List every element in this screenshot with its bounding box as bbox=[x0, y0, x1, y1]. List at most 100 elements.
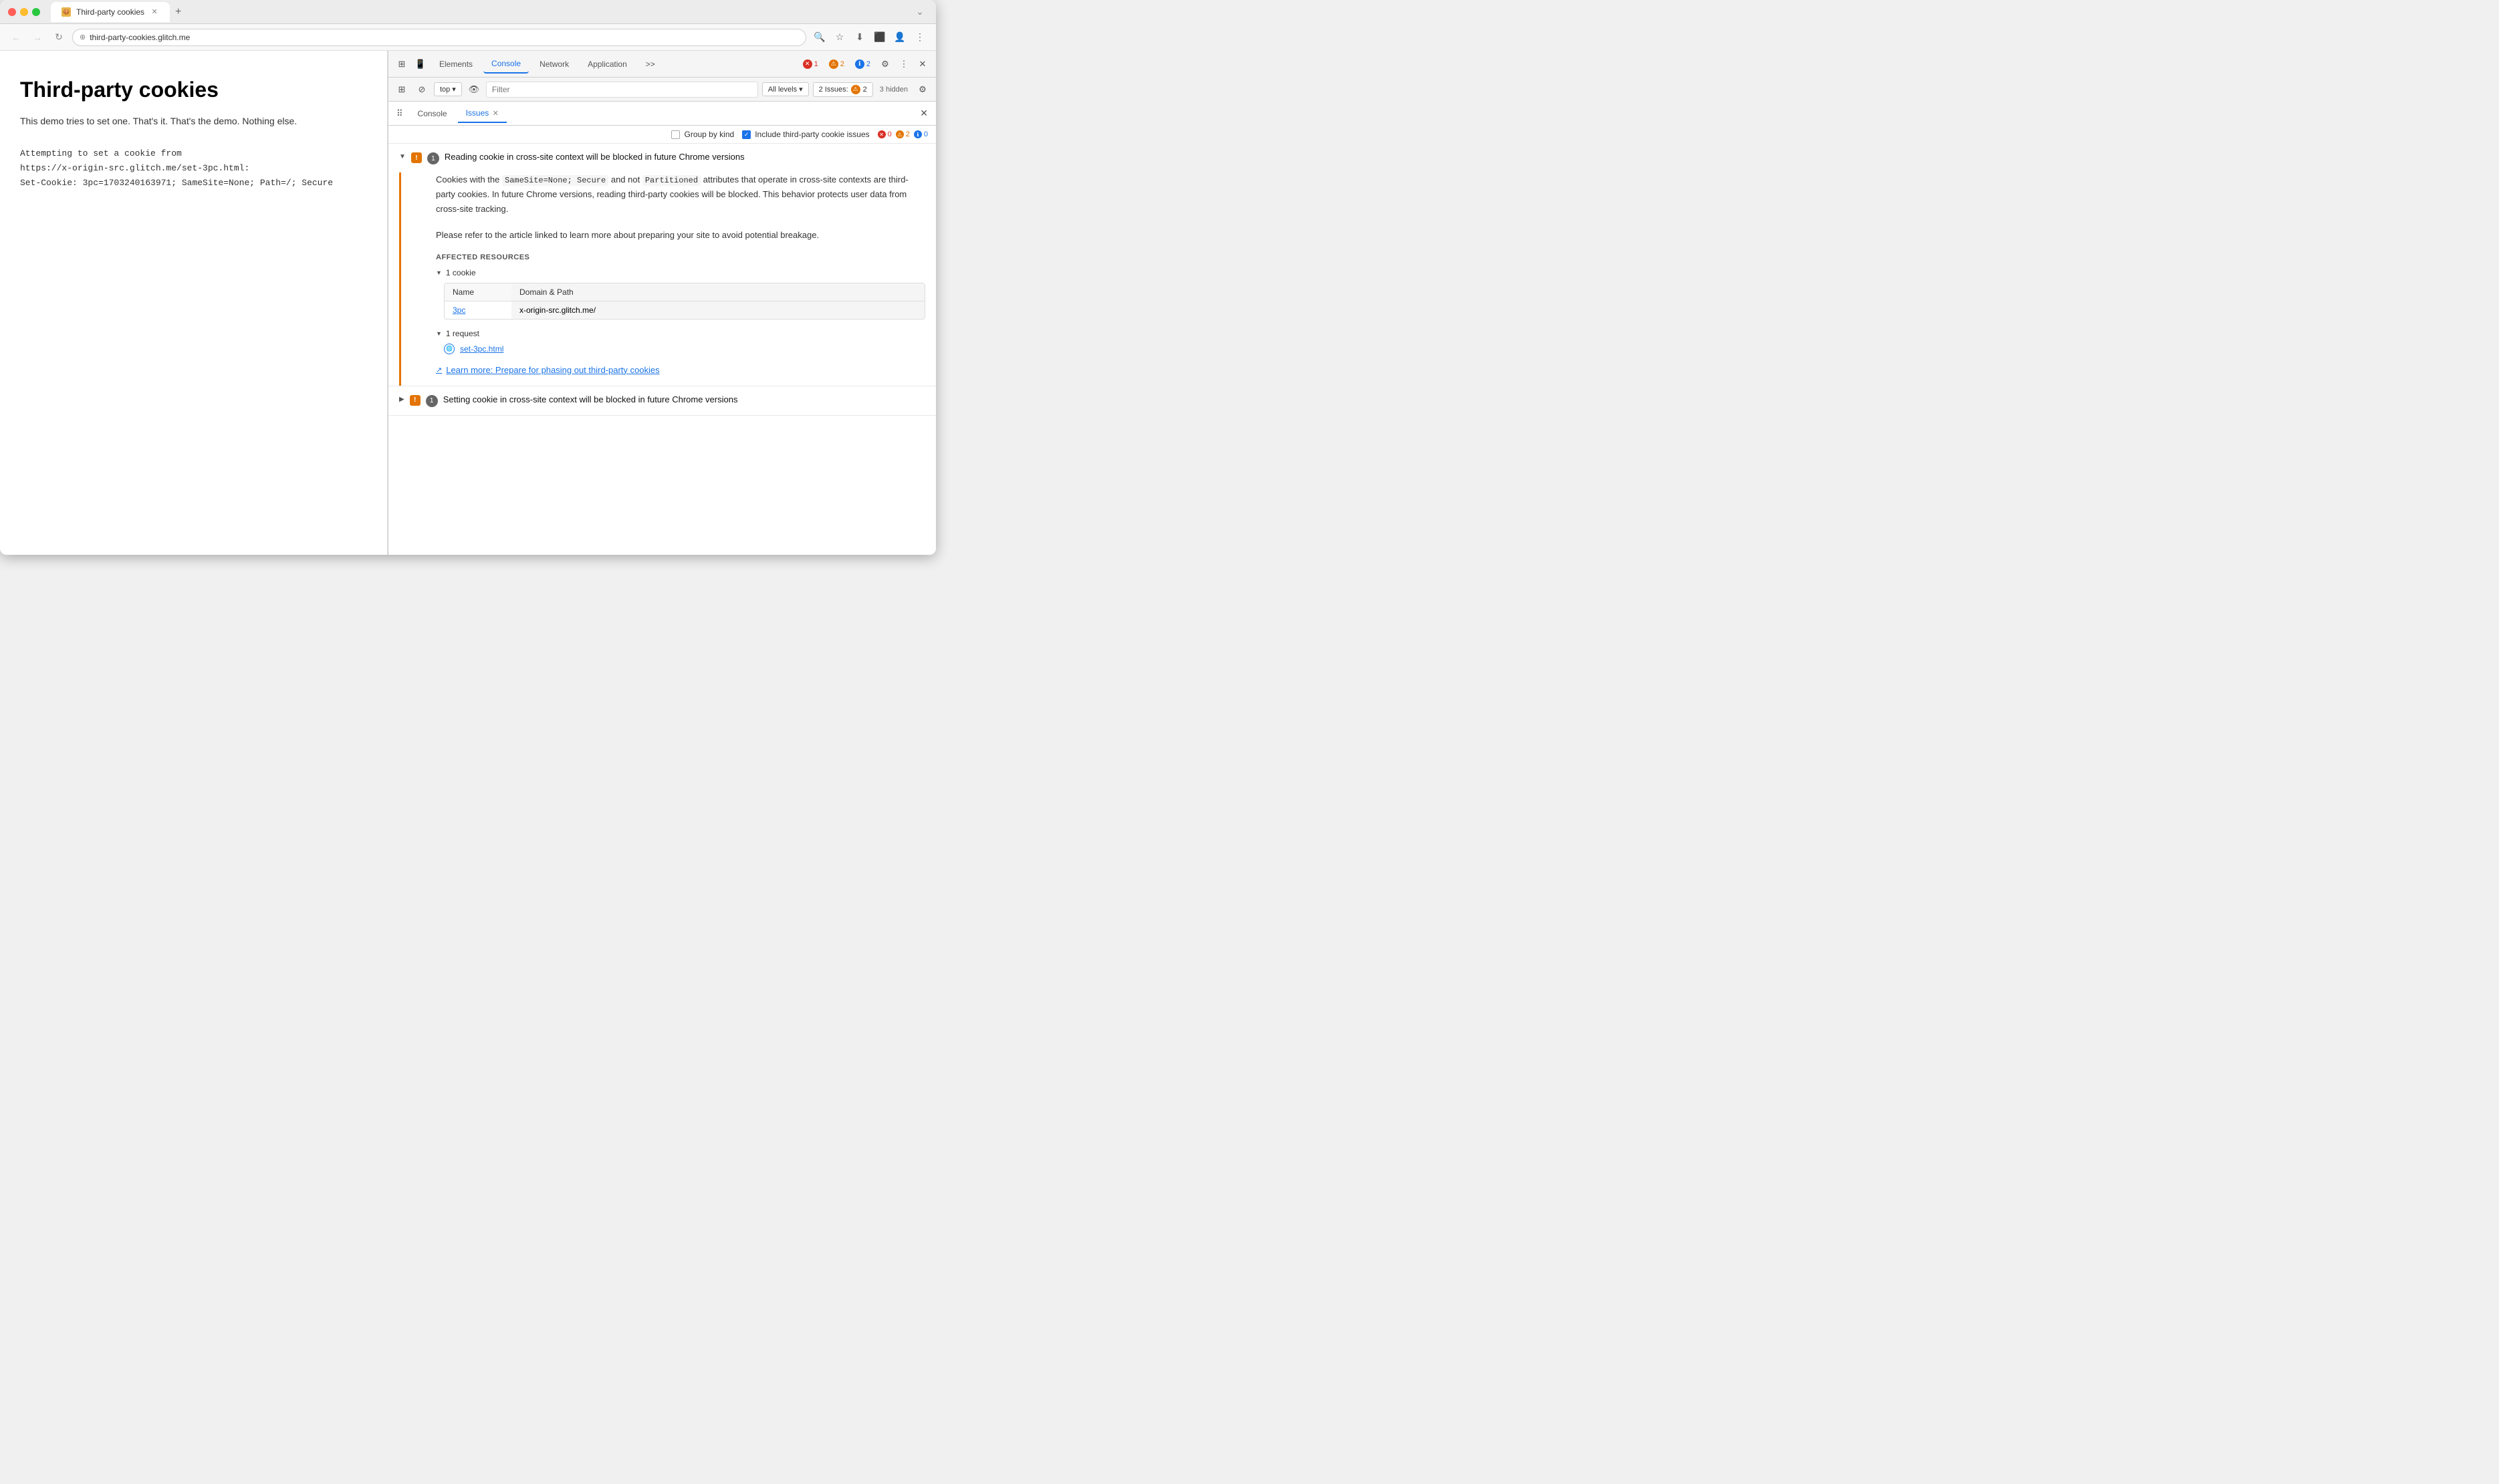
tab-title: Third-party cookies bbox=[76, 7, 144, 17]
issues-tab-close-icon[interactable]: ✕ bbox=[493, 110, 499, 118]
sidebar-toggle-icon[interactable]: ⊞ bbox=[394, 82, 410, 98]
minimize-window-button[interactable] bbox=[20, 8, 28, 16]
code-samesite: SameSite=None; Secure bbox=[502, 175, 608, 186]
cookie-header: Set-Cookie: 3pc=1703240163971; SameSite=… bbox=[20, 176, 367, 191]
info-badge[interactable]: ℹ 2 bbox=[851, 58, 874, 70]
tab-more[interactable]: >> bbox=[638, 55, 663, 73]
cookie-resource-toggle[interactable]: ▼ 1 cookie bbox=[436, 268, 925, 277]
globe-icon: 🌐 bbox=[444, 344, 455, 354]
warn-icon: ⚠ bbox=[896, 130, 904, 138]
devtools-more-icon[interactable]: ⋮ bbox=[896, 56, 912, 72]
cookie-url: https://x-origin-src.glitch.me/set-3pc.h… bbox=[20, 161, 367, 176]
error-icon: ✕ bbox=[878, 130, 886, 138]
request-section-arrow-icon: ▼ bbox=[436, 330, 442, 337]
learn-more-text: Learn more: Prepare for phasing out thir… bbox=[446, 365, 659, 375]
extensions-icon[interactable]: ⬛ bbox=[872, 29, 888, 45]
devtools-close-icon[interactable]: ✕ bbox=[915, 56, 931, 72]
cookie-table-row: 3pc x-origin-src.glitch.me/ bbox=[445, 301, 925, 319]
issues-content: ▼ ! 1 Reading cookie in cross-site conte… bbox=[388, 144, 936, 555]
toolbar-actions: 🔍 ☆ ⬇ ⬛ 👤 ⋮ bbox=[812, 29, 928, 45]
tab-close-button[interactable]: ✕ bbox=[150, 7, 159, 17]
expand-button[interactable]: ⌄ bbox=[912, 4, 928, 20]
back-button[interactable]: ← bbox=[8, 29, 24, 45]
clear-console-icon[interactable]: ⊘ bbox=[414, 82, 430, 98]
profile-icon[interactable]: 👤 bbox=[892, 29, 908, 45]
page-title: Third-party cookies bbox=[20, 78, 367, 102]
cookie-domain-cell: x-origin-src.glitch.me/ bbox=[511, 301, 925, 319]
console-settings-icon[interactable]: ⚙ bbox=[915, 82, 931, 98]
console-filter-input[interactable] bbox=[486, 82, 758, 98]
download-icon[interactable]: ⬇ bbox=[852, 29, 868, 45]
forward-button[interactable]: → bbox=[29, 29, 45, 45]
issue-2-count-badge: 1 bbox=[426, 395, 438, 407]
issue-1-count-badge: 1 bbox=[427, 152, 439, 164]
tab-elements[interactable]: Elements bbox=[431, 55, 481, 73]
browser-window: 🍪 Third-party cookies ✕ + ⌄ ← → ↻ ⊕ thir… bbox=[0, 0, 936, 555]
issues-label: 2 Issues: bbox=[819, 86, 848, 94]
issue-1-content: Cookies with the SameSite=None; Secure a… bbox=[399, 172, 936, 386]
group-by-kind-checkbox[interactable]: Group by kind bbox=[671, 130, 734, 139]
devtools-settings-icon[interactable]: ⚙ bbox=[877, 56, 893, 72]
context-value: top bbox=[440, 86, 450, 94]
close-window-button[interactable] bbox=[8, 8, 16, 16]
issues-panel-menu-icon[interactable]: ⠿ bbox=[396, 108, 403, 119]
include-third-party-checkbox[interactable]: ✓ Include third-party cookie issues bbox=[742, 130, 869, 139]
devtools-dock-icon[interactable]: ⊞ bbox=[394, 56, 410, 72]
request-name-link[interactable]: set-3pc.html bbox=[460, 344, 503, 354]
issues-warn-badge: ⚠ 2 bbox=[896, 130, 910, 138]
info-count: 2 bbox=[866, 60, 870, 68]
cookie-name-link[interactable]: 3pc bbox=[453, 305, 465, 315]
maximize-window-button[interactable] bbox=[32, 8, 40, 16]
page-description: This demo tries to set one. That's it. T… bbox=[20, 116, 367, 126]
issue-1-title: Reading cookie in cross-site context wil… bbox=[445, 152, 925, 162]
issue-header-1[interactable]: ▼ ! 1 Reading cookie in cross-site conte… bbox=[388, 144, 936, 172]
title-bar: 🍪 Third-party cookies ✕ + ⌄ bbox=[0, 0, 936, 24]
tabs-bar: 🍪 Third-party cookies ✕ + bbox=[51, 2, 907, 22]
affected-resources-label: AFFECTED RESOURCES bbox=[436, 253, 925, 261]
tab-application[interactable]: Application bbox=[580, 55, 635, 73]
request-item: 🌐 set-3pc.html bbox=[444, 344, 925, 354]
bookmark-icon[interactable]: ☆ bbox=[832, 29, 848, 45]
col-name-header: Name bbox=[445, 283, 511, 301]
warn-count: 2 bbox=[840, 60, 844, 68]
log-level-selector[interactable]: All levels ▾ bbox=[762, 82, 809, 96]
new-tab-button[interactable]: + bbox=[175, 6, 181, 18]
issue-1-description-2: Please refer to the article linked to le… bbox=[436, 228, 925, 243]
issues-issues-tab[interactable]: Issues ✕ bbox=[458, 104, 507, 123]
devtools-device-icon[interactable]: 📱 bbox=[412, 56, 429, 72]
toolbar: ← → ↻ ⊕ third-party-cookies.glitch.me 🔍 … bbox=[0, 24, 936, 51]
reload-button[interactable]: ↻ bbox=[51, 29, 67, 45]
issues-count-button[interactable]: 2 Issues: ⚠ 2 bbox=[813, 82, 873, 97]
request-resource-section: ▼ 1 request 🌐 set-3pc.html bbox=[436, 329, 925, 354]
tab-network[interactable]: Network bbox=[531, 55, 577, 73]
issue-1-warn-icon: ! bbox=[411, 152, 422, 163]
url-text: third-party-cookies.glitch.me bbox=[90, 33, 799, 42]
issues-panel-close-icon[interactable]: ✕ bbox=[920, 108, 928, 119]
warn-badge[interactable]: ⚠ 2 bbox=[825, 58, 848, 70]
issues-info-count: 0 bbox=[924, 130, 928, 138]
live-expressions-icon[interactable]: 👁 bbox=[466, 82, 482, 98]
issues-info-badge: ℹ 0 bbox=[914, 130, 928, 138]
issue-1-chevron-icon: ▼ bbox=[399, 153, 406, 160]
request-resource-toggle[interactable]: ▼ 1 request bbox=[436, 329, 925, 338]
cookie-table-header: Name Domain & Path bbox=[445, 283, 925, 301]
address-bar[interactable]: ⊕ third-party-cookies.glitch.me bbox=[72, 29, 806, 46]
issue-header-2[interactable]: ▶ ! 1 Setting cookie in cross-site conte… bbox=[388, 386, 936, 415]
cookie-resource-section: ▼ 1 cookie Name Domain & Path bbox=[436, 268, 925, 320]
issues-error-count: 0 bbox=[888, 130, 892, 138]
context-selector[interactable]: top ▾ bbox=[434, 82, 462, 96]
browser-tab[interactable]: 🍪 Third-party cookies ✕ bbox=[51, 2, 170, 22]
tab-console[interactable]: Console bbox=[483, 55, 529, 74]
info-icon: ℹ bbox=[914, 130, 922, 138]
search-icon[interactable]: 🔍 bbox=[812, 29, 828, 45]
issues-console-tab[interactable]: Console bbox=[410, 105, 455, 122]
error-badge[interactable]: ✕ 1 bbox=[799, 58, 822, 70]
tab-favicon: 🍪 bbox=[62, 7, 71, 17]
col-domain-header: Domain & Path bbox=[511, 283, 925, 301]
learn-more-link[interactable]: ↗ Learn more: Prepare for phasing out th… bbox=[436, 365, 925, 375]
cookie-count-label: 1 cookie bbox=[446, 268, 476, 277]
menu-button[interactable]: ⋮ bbox=[912, 29, 928, 45]
log-level-value: All levels bbox=[768, 86, 797, 94]
code-partitioned: Partitioned bbox=[642, 175, 701, 186]
external-link-icon: ↗ bbox=[436, 366, 442, 374]
